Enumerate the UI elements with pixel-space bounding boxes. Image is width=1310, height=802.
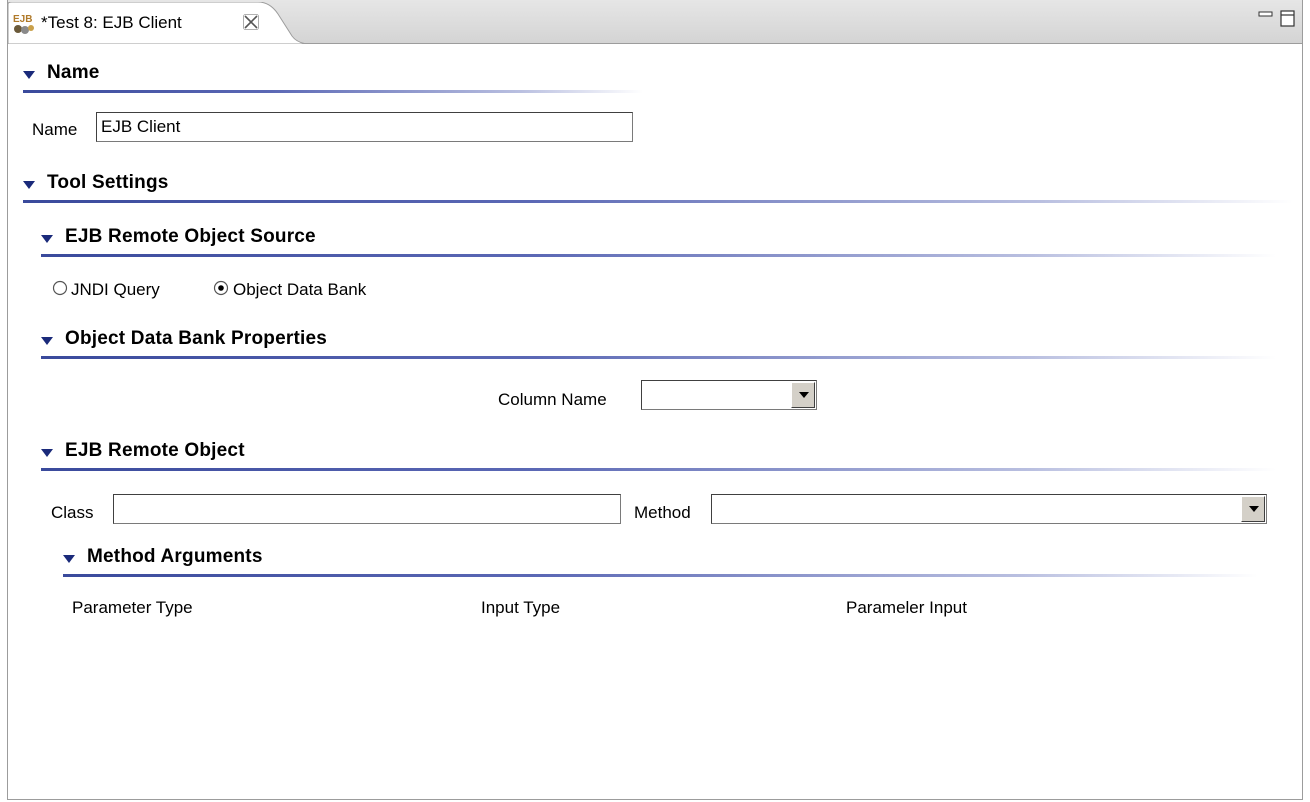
column-header[interactable]: Input Type — [481, 598, 560, 618]
close-icon[interactable] — [242, 13, 260, 31]
column-name-label: Column Name — [498, 390, 607, 409]
section-title: Object Data Bank Properties — [65, 328, 327, 349]
section-divider — [41, 468, 1276, 471]
editor-tab[interactable]: EJB *Test 8: EJB Client — [8, 2, 308, 44]
section-divider — [23, 90, 643, 93]
section-divider — [41, 254, 1276, 257]
section-remote-object: EJB Remote Object — [41, 440, 1276, 474]
name-input[interactable] — [96, 112, 633, 142]
expand-arrow-icon[interactable] — [41, 448, 53, 458]
editor-tab-bar: EJB *Test 8: EJB Client — [8, 0, 1302, 44]
dropdown-arrow-icon[interactable] — [791, 382, 815, 408]
maximize-icon[interactable] — [1280, 10, 1296, 27]
tab-title: *Test 8: EJB Client — [41, 13, 182, 32]
section-data-bank-properties: Object Data Bank Properties — [41, 328, 1276, 362]
editor-frame: EJB *Test 8: EJB Client Name Name EJB Cl… — [7, 0, 1303, 800]
column-name-dropdown[interactable] — [641, 380, 817, 410]
expand-arrow-icon[interactable] — [63, 554, 75, 564]
jndi-query-label[interactable]: JNDI Query — [71, 280, 160, 300]
expand-arrow-icon[interactable] — [23, 70, 35, 80]
minimize-icon[interactable] — [1258, 10, 1274, 26]
column-header[interactable]: Parameter Type — [72, 598, 193, 618]
class-label: Class — [51, 503, 94, 522]
section-name: Name — [23, 62, 643, 96]
expand-arrow-icon[interactable] — [23, 180, 35, 190]
name-label: Name — [32, 120, 78, 139]
object-data-bank-radio[interactable] — [213, 280, 229, 301]
method-dropdown[interactable] — [711, 494, 1267, 524]
method-label: Method — [634, 503, 691, 522]
section-title: Name — [47, 62, 100, 83]
section-title: Tool Settings — [47, 172, 169, 193]
svg-text:EJB: EJB — [13, 14, 32, 25]
section-divider — [41, 356, 1276, 359]
expand-arrow-icon[interactable] — [41, 336, 53, 346]
ejb-icon: EJB — [12, 12, 36, 36]
section-remote-object-source: EJB Remote Object Source — [41, 226, 1276, 260]
column-header[interactable]: Parameler Input — [846, 598, 967, 618]
object-data-bank-label[interactable]: Object Data Bank — [233, 280, 366, 300]
expand-arrow-icon[interactable] — [41, 234, 53, 244]
dropdown-arrow-icon[interactable] — [1241, 496, 1265, 522]
section-divider — [63, 574, 1258, 577]
section-title: Method Arguments — [87, 546, 263, 567]
section-title: EJB Remote Object — [65, 440, 245, 461]
section-method-arguments: Method Arguments — [63, 546, 1258, 580]
section-divider — [23, 200, 1293, 203]
section-title: EJB Remote Object Source — [65, 226, 316, 247]
section-tool-settings: Tool Settings — [23, 172, 1293, 206]
class-input[interactable] — [113, 494, 621, 524]
jndi-query-radio[interactable] — [52, 280, 68, 301]
method-arguments-table: Parameter Type Input Type Parameler Inpu… — [8, 598, 1298, 788]
